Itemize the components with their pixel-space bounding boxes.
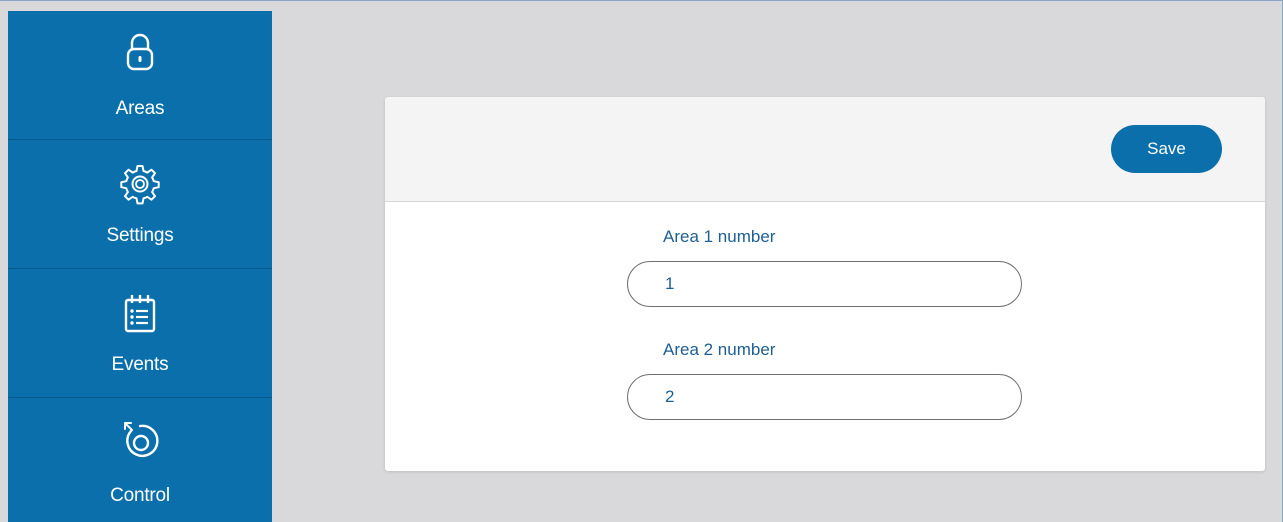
app-window: Areas Settings Events Control Save Area … — [0, 0, 1283, 522]
sidebar: Areas Settings Events Control — [8, 11, 272, 522]
sidebar-item-areas[interactable]: Areas — [8, 11, 272, 140]
lock-icon — [126, 33, 154, 71]
area-1-number-input[interactable] — [627, 261, 1022, 307]
save-button[interactable]: Save — [1111, 125, 1222, 173]
sidebar-item-label: Areas — [115, 98, 165, 119]
area-2-number-input[interactable] — [627, 374, 1022, 420]
calendar-list-icon — [124, 295, 156, 333]
sidebar-item-label: Control — [110, 485, 170, 506]
sidebar-item-events[interactable]: Events — [8, 269, 272, 398]
sidebar-item-label: Events — [111, 354, 169, 375]
rotate-arrow-icon — [124, 422, 159, 457]
area-2-number-label: Area 2 number — [663, 340, 776, 359]
area-1-number-label: Area 1 number — [663, 227, 776, 246]
card-header: Save — [385, 97, 1265, 202]
sidebar-item-control[interactable]: Control — [8, 398, 272, 522]
settings-card: Save Area 1 number Area 2 number — [385, 97, 1265, 471]
gear-icon — [120, 165, 160, 205]
sidebar-item-label: Settings — [106, 225, 174, 246]
sidebar-item-settings[interactable]: Settings — [8, 140, 272, 269]
